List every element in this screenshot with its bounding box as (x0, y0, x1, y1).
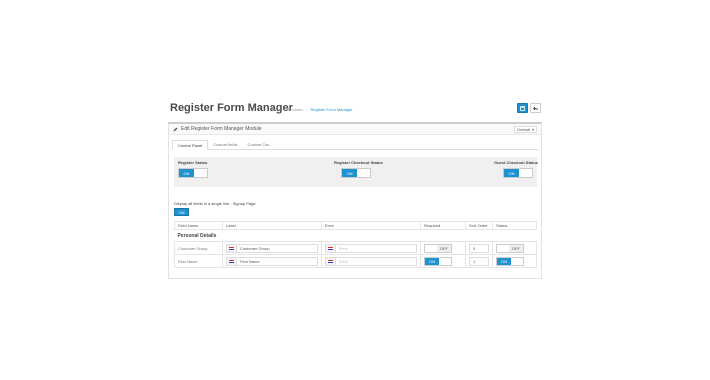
toggle-on-label: ON (425, 257, 439, 265)
save-icon (520, 105, 525, 111)
col-status: Status (492, 221, 537, 230)
breadcrumb-current[interactable]: Register Form Manager (310, 107, 352, 112)
group-row: Personal Details (174, 229, 537, 242)
col-error: Error (321, 221, 421, 230)
flag-icon (227, 244, 237, 252)
register-checkout-status: Register Checkout Status ON (334, 160, 383, 178)
single-line-label: Display all fields in a single line - Si… (174, 201, 256, 206)
error-input[interactable]: Error (325, 256, 417, 266)
breadcrumb-separator: › (306, 107, 308, 112)
edit-module-panel: Edit Register Form Manager Module Defaul… (168, 122, 542, 279)
group-title: Personal Details (174, 229, 537, 242)
required-toggle[interactable]: OFF (424, 243, 452, 253)
table-row: Customer Group Customer Group Error OFF … (174, 241, 537, 255)
col-label: Label (222, 221, 322, 230)
toggle-off-area (497, 245, 509, 252)
register-status-toggle[interactable]: ON (178, 168, 208, 178)
status-toggle[interactable]: OFF (496, 243, 524, 253)
label-value: Customer Group (240, 245, 270, 251)
tab-control-panel[interactable]: Control Panel (172, 140, 209, 150)
pencil-icon (173, 127, 178, 131)
required-toggle[interactable]: ON (424, 256, 452, 266)
guest-checkout-status-toggle[interactable]: ON (503, 168, 533, 178)
tab-custom-fields[interactable]: Custom fields (208, 140, 242, 149)
error-placeholder: Error (339, 245, 348, 251)
toggle-off-area (519, 169, 532, 177)
register-status: Register Status ON (178, 160, 208, 178)
toggle-on-label: ON (179, 169, 194, 177)
toggle-off-area (439, 258, 451, 265)
store-select[interactable]: Default ▾ (514, 126, 537, 133)
breadcrumb-home[interactable]: Home (270, 107, 281, 112)
toggle-off-area (511, 258, 523, 265)
flag-icon (326, 244, 336, 252)
field-name: First Name (174, 254, 223, 268)
status-toggle[interactable]: ON (496, 256, 524, 266)
error-input[interactable]: Error (325, 243, 417, 253)
breadcrumb-separator: › (283, 107, 286, 112)
single-line-toggle[interactable]: ON (174, 208, 189, 216)
tab-custom-css[interactable]: Custom Css (242, 140, 274, 149)
col-field-name: Field Name (174, 221, 223, 230)
panel-heading: Edit Register Form Manager Module Defaul… (169, 124, 541, 135)
register-status-label: Register Status (178, 160, 208, 165)
error-placeholder: Error (339, 258, 348, 264)
reply-icon (533, 106, 538, 110)
toggle-on-label: ON (342, 169, 357, 177)
label-input[interactable]: First Name (226, 256, 318, 266)
label-input[interactable]: Customer Group (226, 243, 318, 253)
tab-bar: Control Panel Custom fields Custom Css (172, 140, 538, 150)
breadcrumb: Home › Modules › Register Form Manager (270, 107, 353, 112)
panel-title: Edit Register Form Manager Module (181, 126, 262, 132)
toggle-off-area (194, 169, 207, 177)
toggle-on-label: ON (504, 169, 519, 177)
toggle-off-label: OFF (509, 244, 523, 252)
register-checkout-status-label: Register Checkout Status (334, 160, 383, 165)
table-header-row: Field Name Label Error Required Sort Ord… (174, 221, 537, 230)
toggle-on-label: ON (497, 257, 511, 265)
toggle-off-area (357, 169, 370, 177)
status-bar: Register Status ON Register Checkout Sta… (174, 157, 538, 187)
register-checkout-status-toggle[interactable]: ON (341, 168, 371, 178)
back-button[interactable] (530, 103, 541, 113)
table-row: First Name First Name Error ON 1 ON (174, 254, 537, 268)
toggle-off-area (425, 245, 437, 252)
guest-checkout-status: Guest Checkout Status ON (494, 160, 538, 178)
save-button[interactable] (517, 103, 528, 113)
single-line-setting: Display all fields in a single line - Si… (174, 201, 256, 216)
field-name: Customer Group (174, 241, 223, 255)
fields-table: Field Name Label Error Required Sort Ord… (174, 221, 537, 268)
store-select-value: Default (517, 127, 530, 132)
sort-order-input[interactable]: 1 (469, 256, 489, 266)
toggle-off-label: OFF (437, 244, 451, 252)
chevron-down-icon: ▾ (531, 127, 534, 132)
col-sort-order: Sort Order (465, 221, 493, 230)
sort-order-input[interactable]: 0 (469, 243, 489, 253)
flag-icon (227, 257, 237, 265)
guest-checkout-status-label: Guest Checkout Status (494, 160, 539, 165)
label-value: First Name (240, 258, 260, 264)
flag-icon (326, 257, 336, 265)
col-required: Required (420, 221, 466, 230)
breadcrumb-modules[interactable]: Modules (288, 107, 303, 112)
